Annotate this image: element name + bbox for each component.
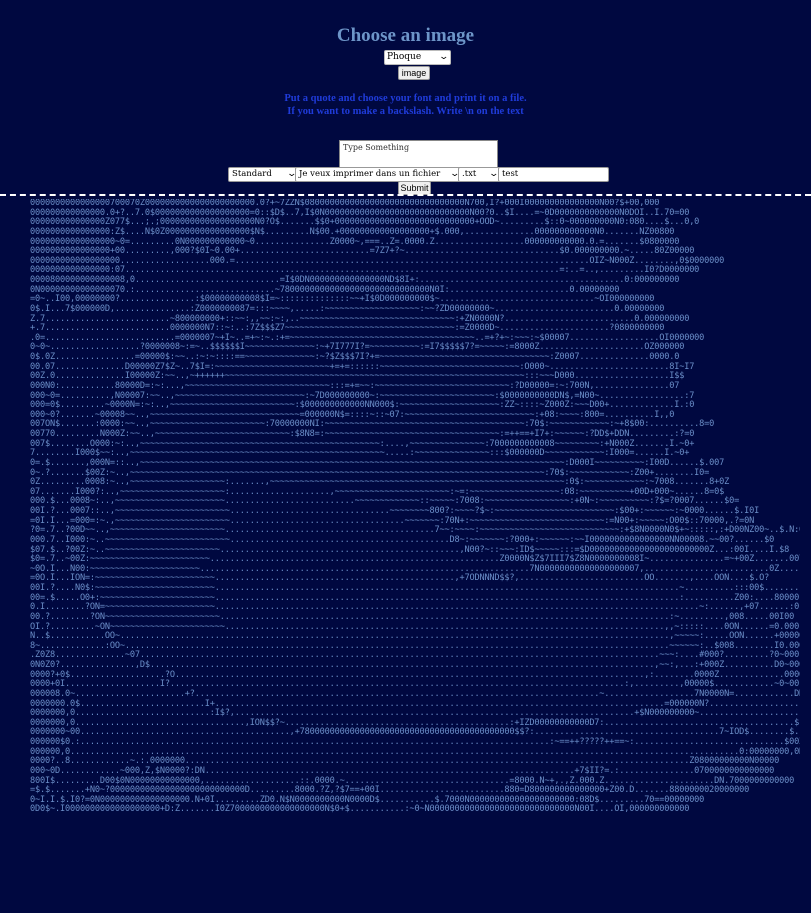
ascii-art-line: 00I.?....N0$:~~~~~~~~~~~~~~~~~~~~~~~~...… [30,583,800,593]
ascii-art-line: 8~.............:OO~.....................… [30,640,800,651]
ascii-art-line: 0N00000000000000070.:...................… [30,284,620,295]
ascii-art-line: =0O.I...ION=:~~~~~~~~~~~~~~~~~~~~~~~~...… [30,573,770,584]
ascii-art-line: 0N0Z0?...............,D$................… [30,660,800,670]
ascii-art-line: 000.$...0008~:..,~~~~~~~~~~~~~~~~~~~~~~.… [30,496,740,507]
ascii-art-line: .Z0Z8..............~07..................… [30,650,800,661]
ascii-art-line: 0000800000000000008,0...................… [30,275,680,285]
ascii-art-line: 0D0$~.I0000000000000000000+D:Z.......I0Z… [30,804,690,815]
ascii-art-line: 00770.........N000Z:~~..,~~~~~~~~~~~~~~~… [30,429,695,439]
filename-input-value: test [502,169,519,179]
ascii-art-line: 0000?..8............~.:.0000000.........… [30,756,780,767]
ascii-art-line: 0000000~00..............................… [30,727,800,738]
ascii-art-line: ~0O.I...N00:~~~~~~~~~~~~~~~~~~~~~~......… [30,563,800,574]
ascii-art-line: 800I$.........D00$0N00000000000000,.....… [30,775,795,786]
ascii-art-line: =$.$.......+N0~?000000000000000000000000… [30,785,750,796]
ascii-art-line: 000.7..I000:~..~~~~~~~~~~~~~~~~~~~~~~~~~… [30,534,775,545]
ascii-art-line: =0~..I00,00000000?...............:$00000… [30,294,655,305]
ascii-art-line: 0000000,0...........................:I$?… [30,708,800,719]
ascii-art-line: $07.$..?00Z:~..~~~~~~~~~~~~~~~~~~~~~~~..… [30,544,790,555]
extension-select[interactable]: .txt ⌄ [458,167,502,182]
ascii-art-line: 0=.$.......,000N=::..,~~~~~~~~~~~~~~~~~~… [30,457,725,468]
ascii-art-line: ?0=.7..?00D~~..,~~~~~~~~~~~~~~~~~~~~~~~.… [30,525,800,536]
ascii-art-line: 0$.0Z................=00000$:~~..:~:~:::… [30,352,680,362]
ascii-art-line: N..$...........OO~......................… [30,631,800,642]
ascii-art-line: 000000,0................................… [30,746,800,757]
print-mode-select-value: Je veux imprimer dans un fichier [299,169,441,179]
ascii-art-output: 0000000000000000700070Z00000000000000000… [30,199,800,911]
image-button[interactable]: image [398,66,430,80]
ascii-art-line: 0~.?.......$00Z:~..,~~~~~~~~~~~~~~~~~~~~… [30,467,710,478]
ascii-art-line: 0000000000000000:Z$....N$0Z0000000000000… [30,226,675,237]
filename-input[interactable]: test [498,167,609,182]
ascii-art-line: 00I.?...0007::..,~~~~~~~~~~~~~~~~~~~~~~~… [30,506,760,516]
ascii-art-line: 000~0=..........,N00007:~~..,~~~~~~~~~~~… [30,390,695,401]
chevron-down-icon: ⌄ [438,52,450,62]
ascii-art-line: 000000000000000000..................000.… [30,255,725,266]
ascii-art-line: 0~I.I.$.I0?=0N000000000000000000.N+0I...… [30,794,705,805]
ascii-art-line: 0000000000000000:07.....................… [30,265,700,276]
ascii-art-line: 000N0:...........80000D=:~:...,~~~~~~~~~… [30,380,680,391]
image-select-value: Phoque [387,52,422,62]
ascii-art-line: 000~0?.......~00008~~..,~~~~~~~~~~~~~~~~… [30,409,675,420]
ascii-art-line: 00Z.0..............I00000Z:~~..,~++++++~… [30,371,685,382]
extension-select-value: .txt [462,169,477,179]
ascii-art-line: 000000000000000.0+?..7.0$000000000000000… [30,207,690,218]
ascii-art-line: 00=.$.....O0+:~~~~~~~~~~~~~~~~~~~~~~~...… [30,592,800,603]
ascii-art-line: 000~0D............~000,Z,$N0000?:DN.....… [30,765,775,776]
ascii-art-line: 000008.0~......................+?.......… [30,688,800,699]
ascii-art-line: 00000000000000000~0=.........0N000000000… [30,236,680,247]
image-select[interactable]: Phoque ⌄ [384,50,451,65]
instruction-line-1: Put a quote and choose your font and pri… [284,93,527,104]
ascii-art-line: 007ON$.......:0000:~~..,~~~~~~~~~~~~~~~~… [30,419,715,430]
ascii-art-line: 007$........O000:~:..,~~~~~~~~~~~~~~~~~~… [30,438,695,449]
ascii-art-line: 0Z.........0008:~..,~~~~~~~~~~~~~~~~~~~:… [30,477,730,488]
ascii-art-line: =0I.I...=000=:~.,~~~~~~~~~~~~~~~~~~~~~~~… [30,515,755,526]
ascii-art-line: 000=0$.........~0000N=:~:..,~~~~~~~~~~~~… [30,400,695,411]
ascii-art-line: 000000000000000Z077$...;.;00000000000000… [30,217,700,228]
instruction-line-2: If you want to make a backslash. Write \… [287,106,524,117]
ascii-art-line: OI.?.........~ON~~~~~~~~~~~~~~~~~~~~~~~.… [30,621,800,632]
ascii-art-line: +.7.........................0000000N7::~… [30,323,665,334]
ascii-art-line: 0000000,0...............................… [30,717,800,728]
ascii-art-line: Z.7.........................~800000000+:… [30,313,690,324]
ascii-art-line: 000000$0.:..............................… [30,737,800,747]
ascii-art-line: .0=..........................=0000007~+I… [30,332,705,343]
ascii-art-line: 07.......I000?:..,~~~~~~~~~~~~~~~~~~~~~:… [30,486,725,497]
ascii-art-line: 0.I........?ON=~~~~~~~~~~~~~~~~~~~~~~...… [30,602,800,613]
font-select-value: Standard [232,169,272,179]
ascii-art-line: 0000000.0$.........................I+...… [30,698,800,709]
print-mode-select[interactable]: Je veux imprimer dans un fichier ⌄ [295,167,463,182]
ascii-art-line: 7........I000$~~:..,~~~~~~~~~~~~~~~~~~~~… [30,448,690,459]
submit-button[interactable]: Submit [398,181,431,195]
ascii-art-line: $0=.7..~00Z:~~~~~~~~~~~~~~~~~~~~~~~~....… [30,554,800,565]
ascii-art-line: 0~0~..................?0000008~:=~..$$$$… [30,342,685,353]
page-title: Choose an image [336,25,475,46]
font-select[interactable]: Standard ⌄ [228,167,300,182]
divider [0,194,811,196]
ascii-art-line: 00.?........?ON~~~~~~~~~~~~~~~~~~~~~~~..… [30,611,795,622]
ascii-art-line: 0000+0I...................I?............… [30,679,800,690]
ascii-art-line: 0000000000000000+00.........,000?$0I~0.0… [30,246,695,257]
ascii-art-line: 00.07..............D00000Z7$Z~..7$I=:~~~… [30,361,695,372]
ascii-art-line: 0000?+0$...................?O...........… [30,669,800,680]
ascii-art-line: 0$.I...7$000000D,...............:Z000000… [30,303,665,314]
